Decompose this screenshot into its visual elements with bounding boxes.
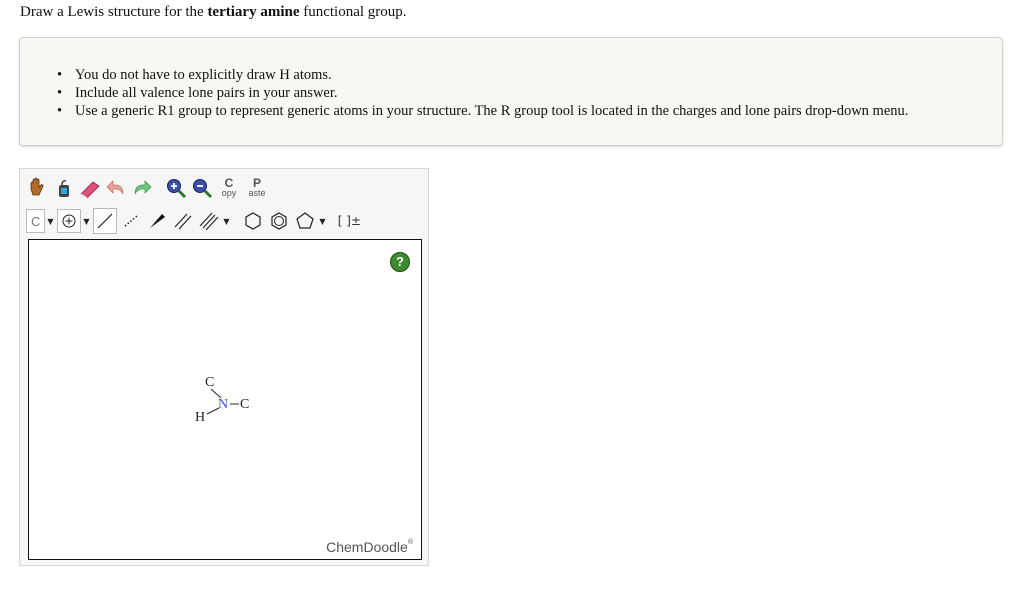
question-text: Draw a Lewis structure for the tertiary …: [20, 4, 407, 21]
ring-dropdown-arrow[interactable]: ▼: [317, 217, 327, 226]
zoom-out-button[interactable]: [190, 175, 214, 201]
zoom-in-icon: [167, 179, 187, 199]
atom-h: H: [195, 410, 205, 425]
single-bond-button[interactable]: [93, 208, 118, 234]
dashed-bond-button[interactable]: [119, 208, 143, 234]
undo-icon: [106, 180, 124, 195]
triple-bond-button[interactable]: [197, 208, 221, 234]
redo-button[interactable]: [130, 175, 154, 201]
cyclohexane-button[interactable]: [241, 208, 265, 234]
question-bold: tertiary amine: [207, 4, 300, 20]
dashed-bond-icon: [124, 215, 138, 227]
molecule-svg: C N C H: [195, 375, 249, 425]
hand-icon: [30, 177, 44, 196]
bracket-charge-button[interactable]: [ ]±: [337, 208, 361, 234]
charge-dropdown-arrow[interactable]: ▼: [81, 217, 91, 226]
lasso-tool-button[interactable]: [52, 175, 76, 201]
lasso-icon: [59, 180, 69, 197]
paste-button-letter: P: [252, 176, 261, 190]
instruction-item: Include all valence lone pairs in your a…: [57, 84, 908, 102]
benzene-button[interactable]: [267, 208, 291, 234]
question-prefix: Draw a Lewis structure for the: [20, 4, 208, 20]
double-bond-button[interactable]: [171, 208, 195, 234]
wedge-bond-button[interactable]: [145, 208, 169, 234]
charge-button[interactable]: [57, 209, 82, 233]
copy-button[interactable]: C opy: [216, 174, 242, 202]
eraser-icon: [80, 181, 100, 199]
zoom-in-button[interactable]: [164, 175, 188, 201]
atom-dropdown-arrow[interactable]: ▼: [45, 217, 55, 226]
brand-text: ChemDoodle: [326, 539, 408, 555]
toolbar-row-1: C opy P aste: [26, 172, 270, 204]
drawing-canvas[interactable]: ? C N C H ChemDoodle®: [28, 239, 422, 560]
wedge-bond-icon: [150, 214, 166, 228]
instruction-item: Use a generic R1 group to represent gene…: [57, 102, 908, 120]
chemdoodle-sketcher: C opy P aste C ▼ ▼ ▼ ▼ []± ? C N C H Ch…: [19, 168, 429, 566]
help-button[interactable]: ?: [390, 252, 410, 272]
instructions-list: You do not have to explicitly draw H ato…: [57, 66, 908, 120]
molecule-drawing: C N C H: [189, 370, 269, 435]
zoom-out-icon: [193, 179, 213, 199]
single-bond-icon: [97, 213, 113, 229]
hexagon-icon: [245, 212, 261, 230]
atom-label-text: C: [31, 213, 41, 229]
redo-icon: [134, 180, 152, 195]
question-suffix: functional group.: [299, 4, 407, 20]
copy-button-letter: C: [224, 176, 234, 190]
double-bond-icon: [174, 213, 192, 230]
cyclopentane-button[interactable]: [293, 208, 317, 234]
hand-tool-button[interactable]: [26, 175, 50, 201]
charge-plus-icon: [62, 214, 76, 228]
eraser-tool-button[interactable]: [78, 175, 102, 201]
paste-button[interactable]: P aste: [244, 174, 270, 202]
brand-registered: ®: [407, 539, 413, 546]
atom-label-button[interactable]: C: [26, 209, 46, 233]
undo-button[interactable]: [104, 175, 128, 201]
benzene-icon: [271, 212, 287, 230]
instruction-item: You do not have to explicitly draw H ato…: [57, 66, 908, 84]
instructions-box: You do not have to explicitly draw H ato…: [19, 37, 1003, 146]
atom-n: N: [218, 397, 228, 412]
toolbar-row-2: C ▼ ▼ ▼ ▼ []±: [26, 205, 361, 237]
atom-c-right: C: [240, 397, 249, 412]
chemdoodle-logo: ChemDoodle®: [326, 539, 413, 555]
pentagon-icon: [296, 212, 315, 229]
atom-c-top: C: [205, 375, 214, 390]
bracket-label: [ ]±: [337, 214, 361, 228]
paste-button-rest: aste: [248, 188, 266, 198]
triple-bond-icon: [199, 212, 219, 231]
copy-button-rest: opy: [221, 188, 237, 198]
bond-dropdown-arrow[interactable]: ▼: [221, 217, 231, 226]
